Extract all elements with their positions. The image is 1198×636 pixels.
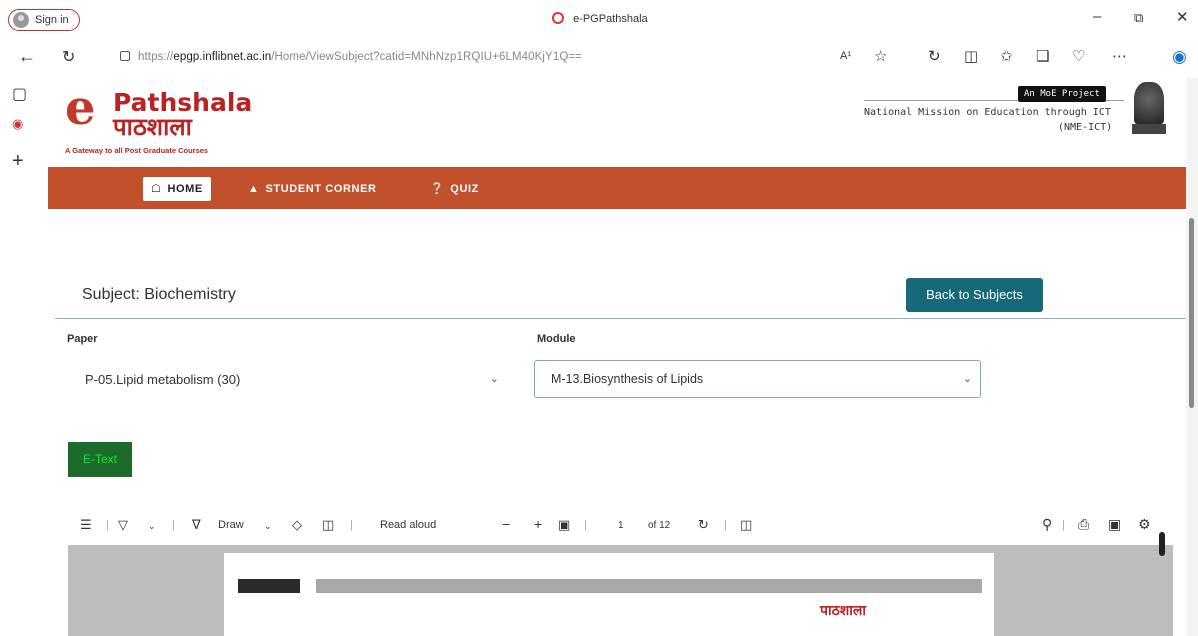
url-prefix: https:// bbox=[138, 51, 174, 63]
site-logo[interactable]: e Pathshala पाठशाला A Gateway to all Pos… bbox=[65, 80, 285, 155]
zoom-in-icon[interactable]: + bbox=[534, 516, 542, 532]
highlight-icon[interactable]: ▽ bbox=[118, 517, 128, 533]
page-scrollbar[interactable] bbox=[1186, 78, 1198, 636]
question-circle-icon: ❔ bbox=[430, 183, 445, 195]
sign-in-button[interactable]: Sign in bbox=[8, 9, 80, 31]
url-field[interactable]: https://epgp.inflibnet.ac.in/Home/ViewSu… bbox=[120, 50, 582, 63]
chevron-down-icon: ⌄ bbox=[489, 373, 499, 385]
draw-dropdown-icon[interactable]: ⌄ bbox=[264, 521, 272, 532]
rotate-icon[interactable]: ↻ bbox=[698, 517, 709, 533]
add-text-icon[interactable]: ◫ bbox=[322, 517, 334, 533]
toolbar-separator: | bbox=[584, 519, 587, 531]
collections-icon[interactable]: ❏ bbox=[1036, 47, 1049, 65]
pdf-viewer[interactable]: पाठशाला bbox=[68, 545, 1173, 636]
favorite-star-icon[interactable]: ☆ bbox=[874, 47, 887, 65]
chevron-down-icon: ⌄ bbox=[962, 373, 972, 385]
nav-student-corner[interactable]: ▲ STUDENT CORNER bbox=[240, 177, 385, 201]
back-to-subjects-button[interactable]: Back to Subjects bbox=[906, 278, 1043, 312]
active-tab-favicon-icon[interactable]: ◉ bbox=[12, 116, 23, 132]
logo-e: e bbox=[65, 80, 96, 136]
home-icon: ☖ bbox=[151, 183, 162, 195]
tab-title[interactable]: e-PGPathshala bbox=[552, 12, 648, 25]
close-icon[interactable]: ✕ bbox=[1176, 8, 1189, 26]
toolbar-separator: | bbox=[724, 519, 727, 531]
tab-title-label: e-PGPathshala bbox=[573, 13, 648, 25]
browser-essentials-icon[interactable]: ♡ bbox=[1072, 47, 1085, 65]
extension-icon[interactable]: ↻ bbox=[928, 47, 941, 65]
favorites-icon[interactable]: ✩ bbox=[1000, 47, 1013, 65]
page-number-input[interactable]: 1 bbox=[618, 520, 624, 531]
toolbar-separator: | bbox=[1062, 519, 1065, 531]
table-of-contents-icon[interactable]: ☰ bbox=[80, 517, 92, 533]
site-favicon-icon bbox=[552, 12, 564, 24]
mission-line-2: (NME-ICT) bbox=[1058, 122, 1113, 133]
subject-title: Subject: Biochemistry bbox=[82, 286, 236, 303]
eraser-icon[interactable]: ◇ bbox=[292, 517, 302, 533]
draw-button[interactable]: Draw bbox=[218, 519, 244, 531]
module-select-value: M-13.Biosynthesis of Lipids bbox=[551, 372, 704, 386]
sidebar-rail: ▢ ◉ + bbox=[0, 78, 40, 636]
back-arrow-icon[interactable]: ← bbox=[18, 46, 36, 67]
more-options-icon[interactable]: ⋯ bbox=[1112, 47, 1127, 65]
zoom-out-icon[interactable]: − bbox=[502, 516, 510, 532]
logo-tagline: A Gateway to all Post Graduate Courses bbox=[65, 146, 209, 155]
nav-quiz[interactable]: ❔ QUIZ bbox=[422, 177, 487, 201]
module-select[interactable]: M-13.Biosynthesis of Lipids ⌄ bbox=[534, 360, 981, 398]
national-emblem-icon bbox=[1128, 82, 1170, 146]
refresh-icon[interactable]: ↻ bbox=[62, 47, 75, 67]
subject-divider bbox=[55, 318, 1188, 319]
logo-hindi: पाठशाला bbox=[113, 114, 192, 141]
title-bar: Sign in e-PGPathshala – ⧉ ✕ bbox=[0, 0, 1198, 38]
nav-student-corner-label: STUDENT CORNER bbox=[265, 183, 377, 195]
url-path: /Home/ViewSubject?catid=MNhNzp1RQIU+6LM4… bbox=[271, 51, 583, 63]
nav-home-label: HOME bbox=[167, 183, 203, 195]
e-text-button[interactable]: E-Text bbox=[68, 442, 132, 477]
mission-line-1: National Mission on Education through IC… bbox=[864, 107, 1111, 118]
paper-select-value: P-05.Lipid metabolism (30) bbox=[85, 372, 241, 387]
toolbar-separator: | bbox=[106, 519, 109, 531]
page-header-block bbox=[238, 579, 300, 593]
read-aloud-button[interactable]: Read aloud bbox=[380, 519, 436, 531]
module-label: Module bbox=[537, 333, 576, 345]
tab-actions-icon[interactable]: ▢ bbox=[12, 84, 27, 104]
graduation-cap-icon: ▲ bbox=[248, 183, 260, 195]
site-info-icon[interactable] bbox=[120, 51, 130, 61]
avatar-icon bbox=[13, 12, 29, 28]
pdf-toolbar: ☰ | ▽ ⌄ | ∇ Draw ⌄ ◇ ◫ | Read aloud − + … bbox=[68, 512, 1168, 542]
page-total: of 12 bbox=[648, 520, 671, 531]
nav-quiz-label: QUIZ bbox=[450, 183, 479, 195]
print-icon[interactable]: ⎙ bbox=[1078, 516, 1089, 533]
pdf-page-logo: पाठशाला bbox=[820, 602, 866, 618]
pdf-scrollbar[interactable] bbox=[1157, 516, 1167, 636]
pdf-page: पाठशाला bbox=[224, 553, 994, 636]
page-scrollbar-thumb[interactable] bbox=[1189, 218, 1194, 408]
restore-icon[interactable]: ⧉ bbox=[1134, 10, 1143, 26]
split-screen-icon[interactable]: ◫ bbox=[964, 47, 978, 65]
draw-icon[interactable]: ∇ bbox=[192, 517, 201, 533]
fit-to-width-icon[interactable]: ▣ bbox=[558, 517, 570, 533]
sign-in-label: Sign in bbox=[35, 14, 69, 26]
new-tab-icon[interactable]: + bbox=[12, 150, 24, 173]
page-view-icon[interactable]: ◫ bbox=[740, 517, 752, 533]
highlight-dropdown-icon[interactable]: ⌄ bbox=[148, 521, 156, 532]
moe-badge: An MoE Project bbox=[1018, 86, 1106, 102]
search-icon[interactable]: ⚲ bbox=[1042, 516, 1052, 533]
browser-window: Sign in e-PGPathshala – ⧉ ✕ ← ↻ https://… bbox=[0, 0, 1198, 636]
read-aloud-toolbar-icon[interactable]: A¹ bbox=[840, 50, 851, 62]
toolbar-separator: | bbox=[172, 519, 175, 531]
nav-home[interactable]: ☖ HOME bbox=[143, 177, 211, 201]
minimize-icon[interactable]: – bbox=[1093, 8, 1101, 25]
paper-select[interactable]: P-05.Lipid metabolism (30) ⌄ bbox=[85, 372, 505, 387]
paper-label: Paper bbox=[67, 333, 98, 345]
pdf-scrollbar-thumb[interactable] bbox=[1159, 532, 1165, 556]
url-host: epgp.inflibnet.ac.in bbox=[173, 51, 272, 63]
gear-icon[interactable]: ⚙ bbox=[1138, 516, 1151, 533]
toolbar-separator: | bbox=[350, 519, 353, 531]
copilot-icon[interactable]: ◉ bbox=[1172, 47, 1187, 67]
main-navbar: ☖ HOME ▲ STUDENT CORNER ❔ QUIZ bbox=[48, 167, 1190, 209]
page-header-bar bbox=[316, 579, 982, 593]
save-icon[interactable]: ▣ bbox=[1108, 516, 1121, 533]
